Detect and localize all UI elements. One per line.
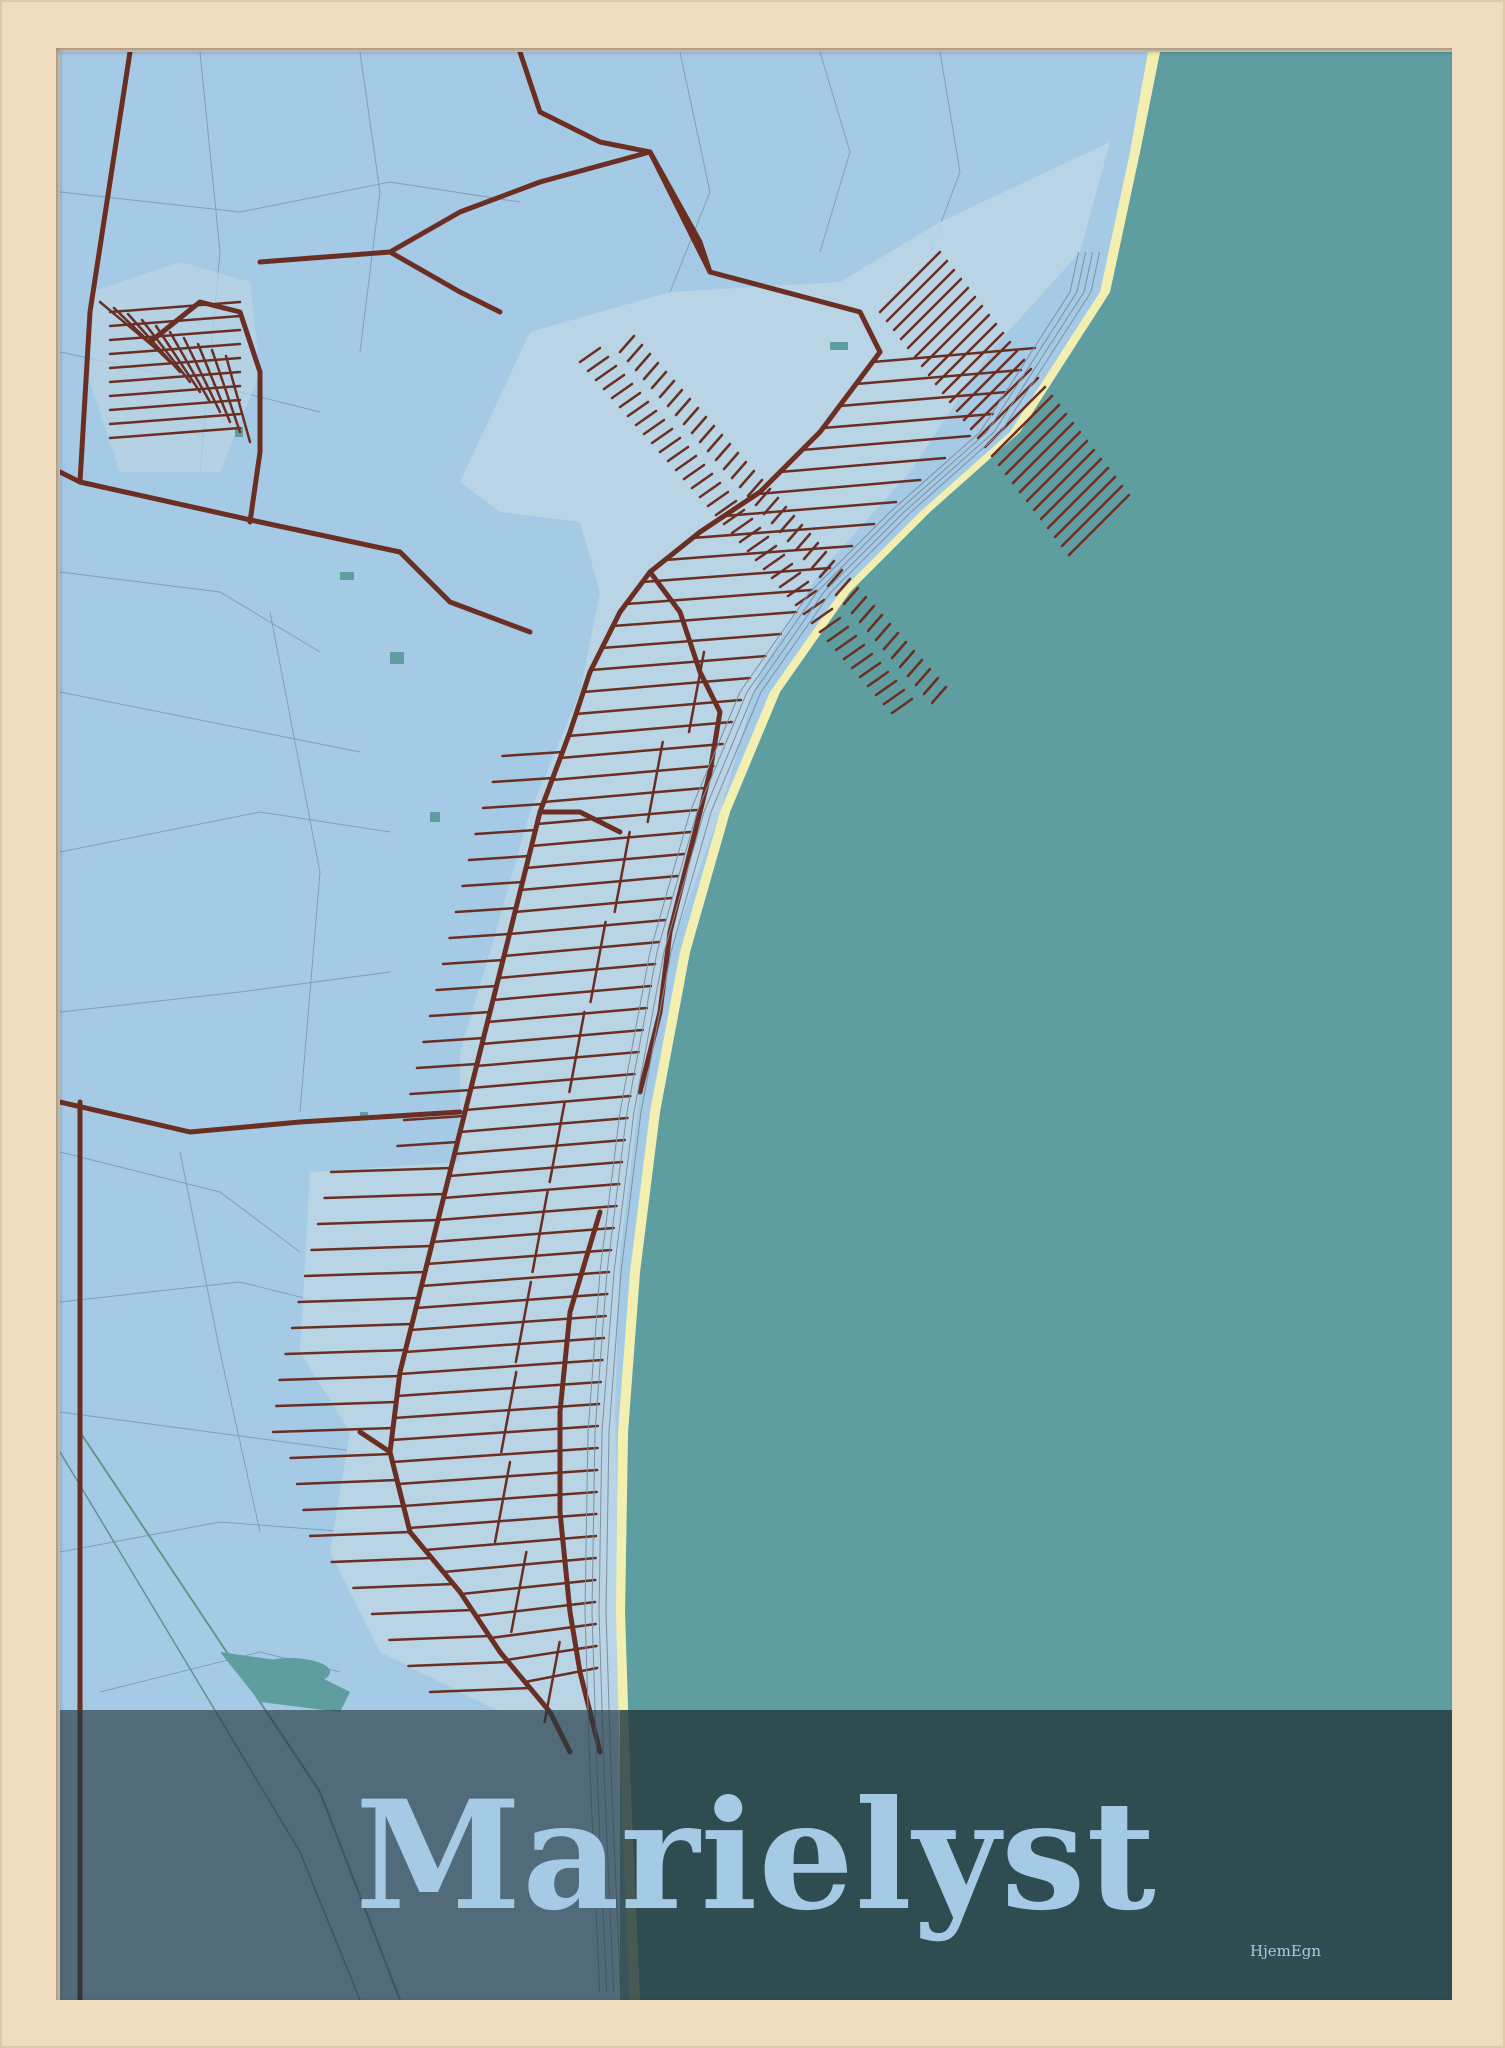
street-map [60, 52, 1452, 2000]
map-poster: Marielyst HjemEgn [60, 52, 1452, 2000]
brand-logo: HjemEgn [1250, 1942, 1322, 1960]
map-title: Marielyst [355, 1768, 1157, 1944]
poster-frame: Marielyst HjemEgn [0, 0, 1505, 2048]
